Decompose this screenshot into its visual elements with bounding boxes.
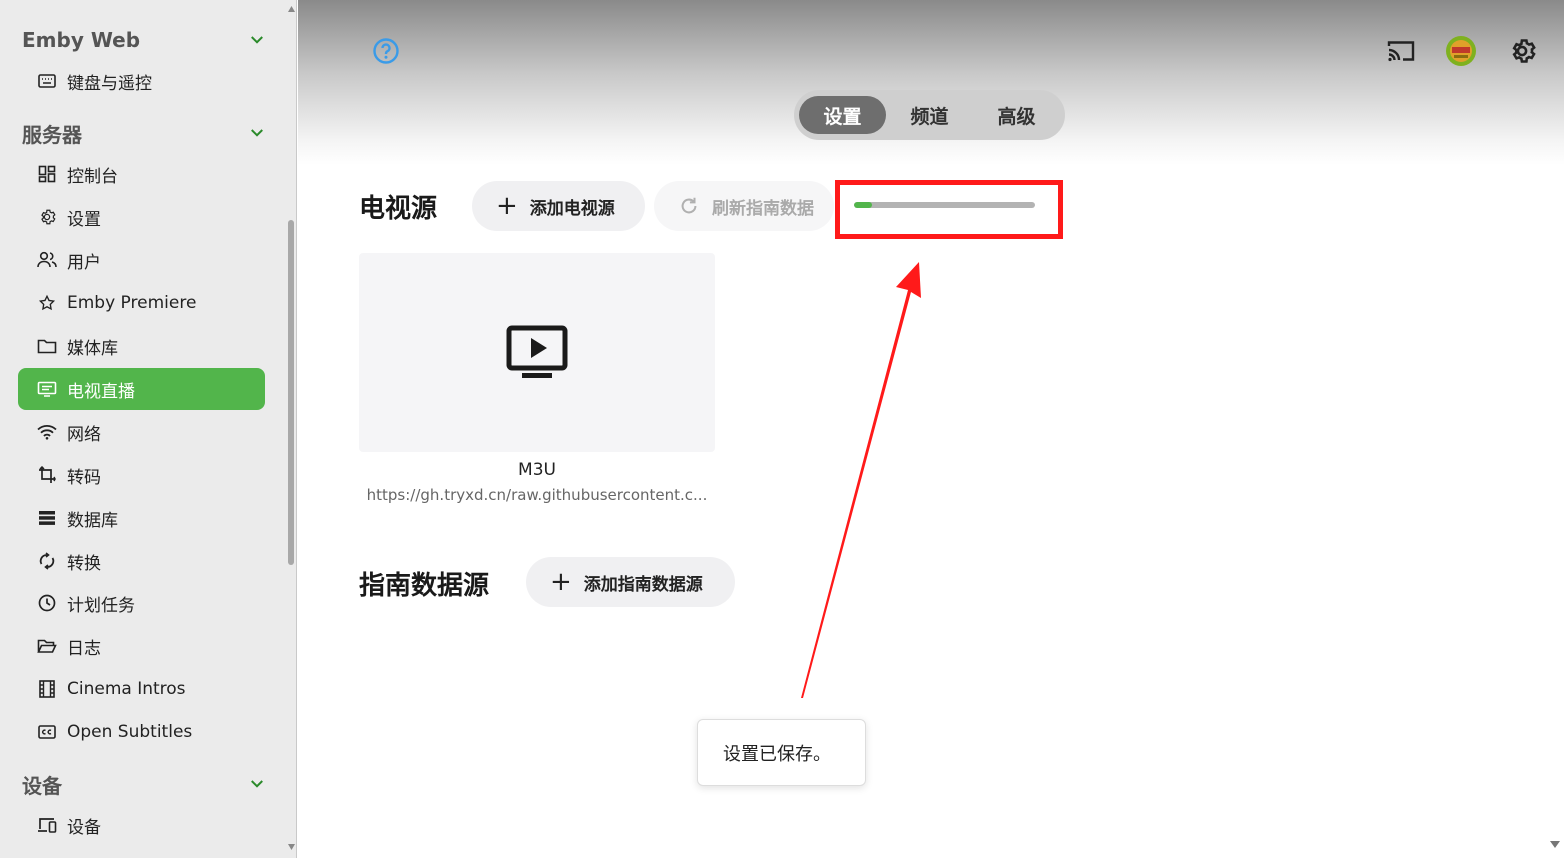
sidebar-item-label: 网络 (67, 424, 101, 445)
sidebar-item-label: 控制台 (67, 166, 118, 187)
sidebar: Emby Web 键盘与遥控 服务器 控制台 设置 用户 Emby Premie… (0, 0, 297, 858)
user-avatar-button[interactable] (1443, 33, 1479, 69)
sidebar-item-label: 转换 (67, 553, 101, 574)
star-icon (37, 293, 57, 313)
sidebar-item-label: Open Subtitles (67, 722, 193, 742)
source-card-name: M3U (518, 460, 556, 480)
sidebar-item-library[interactable]: 媒体库 (18, 325, 265, 367)
film-icon (37, 679, 57, 699)
help-button[interactable] (368, 33, 404, 69)
guide-sources-title: 指南数据源 (359, 571, 490, 601)
tab-advanced[interactable]: 高级 (973, 96, 1060, 134)
sidebar-item-label: 媒体库 (67, 338, 118, 359)
keyboard-icon (37, 71, 57, 91)
settings-button[interactable] (1504, 33, 1540, 69)
add-guide-source-label: 添加指南数据源 (583, 574, 703, 595)
add-tv-source-button[interactable]: + 添加电视源 (472, 181, 645, 231)
dashboard-icon (37, 164, 57, 184)
sidebar-item-network[interactable]: 网络 (18, 411, 265, 453)
section-header-devices[interactable]: 设备 (22, 769, 266, 799)
sidebar-item-label: 设置 (67, 209, 101, 230)
cast-button[interactable] (1383, 33, 1419, 69)
wifi-icon (37, 422, 57, 442)
refresh-icon (681, 197, 697, 214)
sidebar-item-label: 日志 (67, 638, 101, 659)
avatar (1446, 36, 1476, 66)
database-icon (37, 508, 57, 528)
toast-notification: 设置已保存。 (697, 719, 866, 786)
devices-icon (37, 815, 57, 835)
folder-icon (37, 336, 57, 356)
toast-message: 设置已保存。 (723, 743, 831, 765)
transcode-icon (37, 465, 57, 485)
tab-channels[interactable]: 频道 (886, 96, 973, 134)
clock-icon (37, 593, 57, 613)
sidebar-scroll-thumb[interactable] (288, 220, 294, 565)
help-icon (373, 38, 399, 64)
sidebar-item-label: 转码 (67, 467, 101, 488)
tab-bar: 设置 频道 高级 (794, 90, 1065, 140)
chevron-down-icon (251, 129, 263, 137)
gear-icon (37, 207, 57, 227)
convert-icon (37, 551, 57, 571)
header: 设置 频道 高级 (298, 0, 1564, 165)
chevron-down-icon (251, 780, 263, 788)
sidebar-item-scheduled-tasks[interactable]: 计划任务 (18, 582, 265, 624)
sidebar-item-label: 计划任务 (67, 595, 135, 616)
live-tv-icon (506, 325, 568, 378)
section-title: Emby Web (22, 28, 141, 52)
sidebar-item-database[interactable]: 数据库 (18, 497, 265, 539)
sidebar-item-premiere[interactable]: Emby Premiere (18, 282, 265, 324)
subtitles-icon (37, 722, 57, 742)
section-title: 设备 (22, 773, 62, 798)
sidebar-item-label: 数据库 (67, 510, 118, 531)
sidebar-item-cinema-intros[interactable]: Cinema Intros (18, 668, 265, 710)
section-title: 服务器 (22, 122, 82, 147)
add-tv-source-label: 添加电视源 (529, 198, 615, 219)
sidebar-item-label: Cinema Intros (67, 679, 186, 699)
users-icon (37, 250, 57, 270)
section-header-emby-web[interactable]: Emby Web (22, 25, 266, 55)
sidebar-item-label: 键盘与遥控 (67, 73, 152, 94)
sidebar-item-label: Emby Premiere (67, 293, 197, 313)
sidebar-item-dashboard[interactable]: 控制台 (18, 153, 265, 195)
chevron-down-icon (251, 36, 263, 44)
live-tv-icon (37, 379, 57, 399)
section-header-server[interactable]: 服务器 (22, 118, 266, 148)
annotation-highlight-box (835, 180, 1063, 239)
plus-icon: + (496, 191, 518, 221)
folder-open-icon (37, 636, 57, 656)
sidebar-item-label: 电视直播 (67, 381, 135, 402)
scroll-down-arrow-icon[interactable] (1550, 841, 1560, 848)
sidebar-item-open-subtitles[interactable]: Open Subtitles (18, 711, 265, 753)
plus-icon: + (550, 567, 572, 597)
sidebar-item-devices[interactable]: 设备 (18, 804, 265, 846)
sidebar-item-transcode[interactable]: 转码 (18, 454, 265, 496)
sidebar-item-label: 用户 (67, 252, 101, 273)
sidebar-item-convert[interactable]: 转换 (18, 540, 265, 582)
sidebar-item-logs[interactable]: 日志 (18, 625, 265, 667)
refresh-guide-button[interactable]: 刷新指南数据 (654, 181, 834, 231)
cast-icon (1387, 41, 1415, 62)
sidebar-item-label: 设备 (67, 817, 101, 838)
add-guide-source-button[interactable]: + 添加指南数据源 (526, 557, 735, 607)
tv-sources-title: 电视源 (359, 194, 438, 224)
sidebar-item-settings[interactable]: 设置 (18, 196, 265, 238)
m3u-source-card[interactable] (359, 253, 715, 452)
sidebar-item-keyboard[interactable]: 键盘与遥控 (18, 60, 265, 102)
sidebar-item-live-tv[interactable]: 电视直播 (18, 368, 265, 410)
gear-icon (1512, 39, 1536, 63)
source-card-url: https://gh.tryxd.cn/raw.githubuserconten… (366, 486, 708, 504)
sidebar-scrollbar[interactable] (286, 0, 296, 858)
refresh-guide-label: 刷新指南数据 (712, 198, 814, 219)
sidebar-item-users[interactable]: 用户 (18, 239, 265, 281)
tab-settings[interactable]: 设置 (799, 96, 886, 134)
